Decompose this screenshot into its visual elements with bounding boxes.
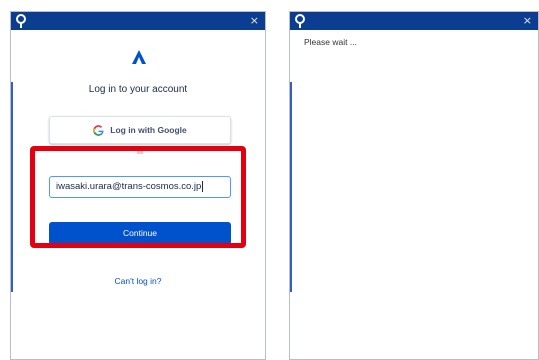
- pin-logo-icon: [295, 14, 305, 28]
- title-bar: ×: [11, 12, 265, 30]
- google-login-label: Log in with Google: [110, 125, 187, 135]
- close-icon[interactable]: ×: [250, 12, 259, 30]
- wait-window: × Please wait ...: [289, 11, 539, 360]
- cant-login-link[interactable]: Can't log in?: [11, 276, 265, 286]
- login-content: Log in to your account Log in with Googl…: [11, 30, 265, 359]
- wait-content: Please wait ...: [290, 30, 538, 359]
- divider-mark: [137, 151, 143, 154]
- google-login-button[interactable]: Log in with Google: [49, 116, 231, 144]
- login-window: × Log in to your account Log in with Goo…: [10, 11, 266, 360]
- google-g-icon: [93, 124, 104, 136]
- title-bar: ×: [290, 12, 538, 30]
- email-value: iwasaki.urara@trans-cosmos.co.jp: [56, 181, 202, 192]
- status-message: Please wait ...: [304, 37, 357, 47]
- page-title: Log in to your account: [88, 84, 188, 95]
- text-caret: [202, 180, 204, 192]
- email-field[interactable]: iwasaki.urara@trans-cosmos.co.jp: [49, 176, 231, 198]
- atlassian-logo-icon: [132, 50, 146, 64]
- close-icon[interactable]: ×: [523, 12, 532, 30]
- pin-logo-icon: [16, 14, 26, 28]
- continue-button[interactable]: Continue: [49, 222, 231, 245]
